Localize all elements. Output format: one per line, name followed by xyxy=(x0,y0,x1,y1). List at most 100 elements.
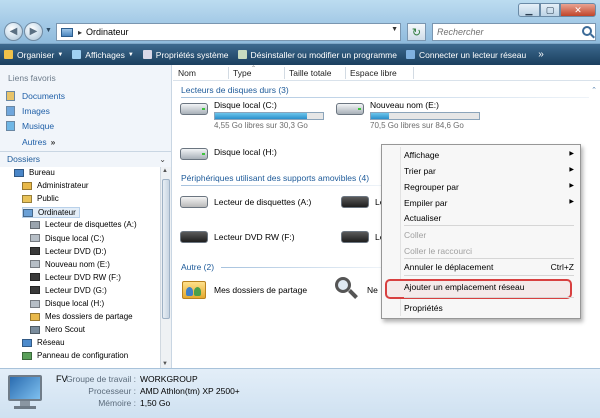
collapse-group-icon[interactable]: ⌃ xyxy=(591,86,597,94)
address-dropdown-icon[interactable]: ▼ xyxy=(391,26,398,33)
toolbar-button-1[interactable]: Affichages ▼ xyxy=(72,50,134,60)
menu-item[interactable]: Annuler le déplacement Ctrl+Z xyxy=(404,262,574,272)
control-panel-icon xyxy=(22,351,32,360)
drive-name: Nouveau nom (E:) xyxy=(370,100,439,110)
drive-name: Lecteur de disquettes (A:) xyxy=(214,197,312,207)
menu-item-label: Coller xyxy=(404,230,427,240)
system-properties-icon xyxy=(142,50,152,59)
drive-d[interactable]: Le xyxy=(341,193,384,211)
close-button[interactable]: ✕ xyxy=(560,3,596,17)
minimize-button[interactable]: ▁ xyxy=(518,3,540,17)
group-other-header[interactable]: Autre (2) xyxy=(181,262,214,272)
tree-item[interactable]: Nouveau nom (E:) xyxy=(30,260,110,269)
tree-item-label: Lecteur DVD RW (F:) xyxy=(45,272,121,282)
more-favorites-link[interactable]: Autres» xyxy=(22,137,55,147)
column-divider[interactable] xyxy=(345,67,346,79)
nero-scout-icon xyxy=(333,275,361,303)
group-hard-disks-header[interactable]: Lecteurs de disques durs (3) xyxy=(181,85,289,95)
maximize-button[interactable]: ▢ xyxy=(540,3,560,17)
group-divider xyxy=(221,267,381,268)
address-bar[interactable]: ▸ Ordinateur ▼ xyxy=(56,23,401,41)
column-divider[interactable] xyxy=(413,67,414,79)
tree-item-label: Administrateur xyxy=(37,181,89,191)
drive-a[interactable]: Lecteur de disquettes (A:) xyxy=(180,193,311,211)
column-type[interactable]: Type xyxy=(233,68,251,78)
tree-item[interactable]: Bureau xyxy=(14,168,55,177)
toolbar-button-3[interactable]: Désinstaller ou modifier un programme xyxy=(237,50,397,60)
column-free-space[interactable]: Espace libre xyxy=(350,68,397,78)
folders-header[interactable]: Dossiers ⌄ xyxy=(0,151,171,166)
menu-item-label: Coller le raccourci xyxy=(404,246,473,256)
breadcrumb-separator-icon[interactable]: ▸ xyxy=(78,28,82,37)
drive-c[interactable]: Disque local (C:) 4,55 Go libres sur 30,… xyxy=(180,100,324,130)
folders-title: Dossiers xyxy=(7,154,41,164)
drive-name: Disque local (H:) xyxy=(214,147,277,157)
drive-free-space: 70,5 Go libres sur 84,6 Go xyxy=(370,121,464,130)
menu-item[interactable]: Trier par ▶ xyxy=(404,166,574,176)
tree-item[interactable]: Panneau de configuration xyxy=(22,351,128,360)
drive-e[interactable]: Nouveau nom (E:) 70,5 Go libres sur 84,6… xyxy=(336,100,480,130)
search-input[interactable]: Rechercher xyxy=(432,23,596,41)
group-removable-header[interactable]: Périphériques utilisant des supports amo… xyxy=(181,173,369,183)
drive-h[interactable]: Disque local (H:) xyxy=(180,145,277,163)
forward-button[interactable]: ▶ xyxy=(24,22,43,41)
tree-item[interactable]: Ordinateur xyxy=(22,207,80,219)
tree-item[interactable]: Lecteur de disquettes (A:) xyxy=(30,220,137,229)
tree-item-label: Nero Scout xyxy=(45,325,86,335)
tree-item[interactable]: Mes dossiers de partage xyxy=(30,312,133,321)
scroll-down-icon[interactable]: ▼ xyxy=(162,361,168,367)
tree-item[interactable]: Lecteur DVD (D:) xyxy=(30,247,106,256)
sort-chevron-icon: ⌃ xyxy=(251,66,257,72)
disk-usage-bar xyxy=(370,112,480,120)
folder-tree-scrollbar[interactable]: ▲ ▼ xyxy=(160,167,171,368)
drive-g[interactable]: Le xyxy=(341,228,384,246)
search-icon[interactable] xyxy=(582,26,592,36)
scrollbar-thumb[interactable] xyxy=(162,179,170,319)
column-divider[interactable] xyxy=(228,67,229,79)
toolbar-button-4[interactable]: Connecter un lecteur réseau xyxy=(405,50,526,60)
menu-item[interactable]: Actualiser xyxy=(404,213,574,223)
tree-item[interactable]: Public xyxy=(22,194,59,203)
drive-f[interactable]: Lecteur DVD RW (F:) xyxy=(180,228,295,246)
column-name[interactable]: Nom xyxy=(178,68,196,78)
scroll-up-icon[interactable]: ▲ xyxy=(162,168,168,174)
menu-item[interactable]: Propriétés xyxy=(404,303,574,313)
toolbar-button-0[interactable]: Organiser ▼ xyxy=(4,50,63,60)
favorite-link-0[interactable]: Documents xyxy=(6,91,65,101)
tree-item-label: Lecteur de disquettes (A:) xyxy=(45,220,137,230)
tree-item[interactable]: Réseau xyxy=(22,338,65,347)
toolbar-button-2[interactable]: Propriétés système xyxy=(142,50,229,60)
tree-item-label: Lecteur DVD (G:) xyxy=(45,285,107,295)
tree-item-label: Disque local (H:) xyxy=(45,299,105,308)
column-divider[interactable] xyxy=(284,67,285,79)
menu-item[interactable]: Regrouper par ▶ xyxy=(404,182,574,192)
toolbar-overflow-button[interactable]: » xyxy=(538,49,544,60)
tree-item[interactable]: Disque local (C:) xyxy=(30,234,104,243)
back-button[interactable]: ◀ xyxy=(4,22,23,41)
hard-disk-icon xyxy=(180,100,208,118)
favorite-label: Documents xyxy=(22,91,65,101)
user-folder-icon xyxy=(22,181,32,190)
address-path[interactable]: Ordinateur xyxy=(86,27,129,37)
chevron-down-icon[interactable]: ⌄ xyxy=(159,155,166,164)
title-bar: ▁ ▢ ✕ ◀ ▶ ▼ ▸ Ordinateur ▼ ↻ Rechercher xyxy=(0,0,600,44)
tree-item[interactable]: Disque local (H:) xyxy=(30,299,104,308)
favorite-link-2[interactable]: Musique xyxy=(6,121,54,131)
tree-item[interactable]: Lecteur DVD RW (F:) xyxy=(30,273,121,282)
refresh-button[interactable]: ↻ xyxy=(407,23,426,41)
details-value: AMD Athlon(tm) XP 2500+ xyxy=(140,386,240,396)
recent-pages-dropdown[interactable]: ▼ xyxy=(45,27,52,34)
organize-icon xyxy=(4,50,13,59)
favorite-link-1[interactable]: Images xyxy=(6,106,50,116)
column-total-size[interactable]: Taille totale xyxy=(289,68,332,78)
tree-item[interactable]: Lecteur DVD (G:) xyxy=(30,286,107,295)
tree-item[interactable]: Administrateur xyxy=(22,181,89,190)
shared-folders-item[interactable]: Mes dossiers de partage xyxy=(180,277,307,303)
search-placeholder: Rechercher xyxy=(437,27,484,37)
menu-item[interactable]: Empiler par ▶ xyxy=(404,198,574,208)
folder-icon xyxy=(22,194,32,203)
menu-item[interactable]: Ajouter un emplacement réseau xyxy=(404,282,574,292)
nero-scout-item[interactable]: Ne xyxy=(333,275,378,303)
tree-item[interactable]: Nero Scout xyxy=(30,325,85,334)
menu-item[interactable]: Affichage ▶ xyxy=(404,150,574,160)
